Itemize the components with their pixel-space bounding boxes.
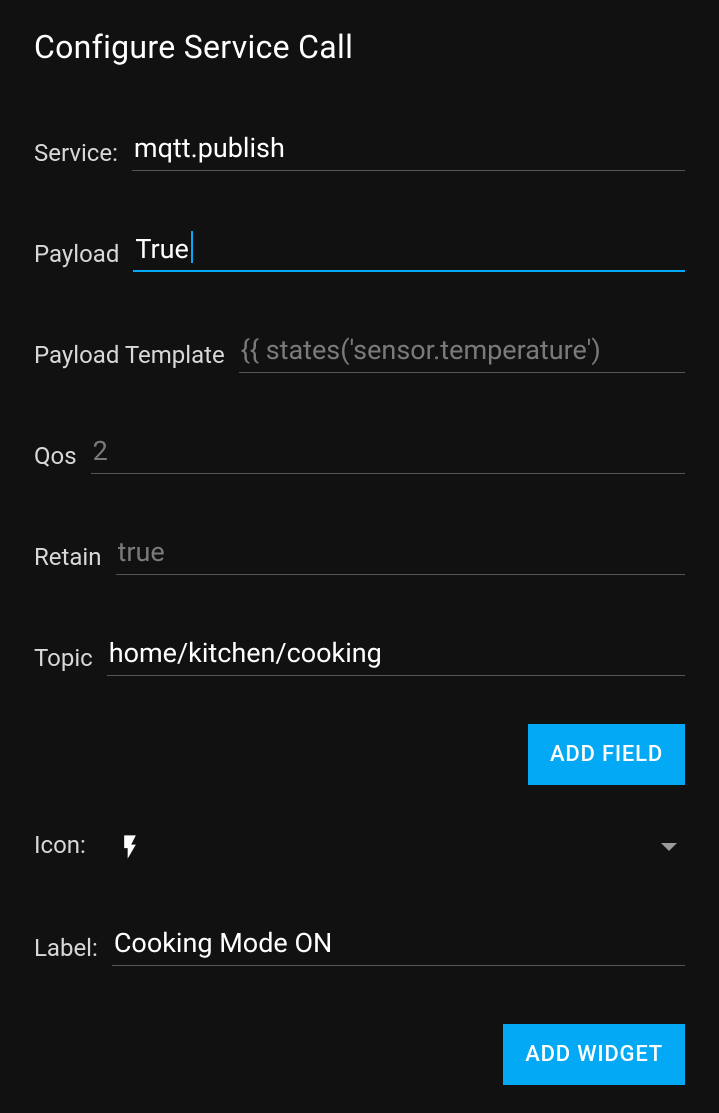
topic-label: Topic [34, 644, 107, 676]
page-title: Configure Service Call [34, 28, 685, 66]
widget-label-input[interactable] [112, 923, 685, 966]
retain-input[interactable] [116, 532, 685, 575]
payload-input[interactable] [133, 229, 685, 272]
qos-input[interactable] [91, 431, 685, 474]
add-widget-row: ADD WIDGET [34, 1024, 685, 1085]
label-row: Label: [34, 923, 685, 966]
payload-row: Payload [34, 229, 685, 272]
icon-label: Icon: [34, 831, 100, 863]
service-input[interactable] [132, 128, 685, 171]
bolt-icon [116, 829, 144, 865]
topic-input[interactable] [107, 633, 685, 676]
qos-label: Qos [34, 442, 91, 474]
topic-row: Topic [34, 633, 685, 676]
icon-selector[interactable] [100, 829, 661, 865]
service-label: Service: [34, 139, 132, 171]
qos-row: Qos [34, 431, 685, 474]
chevron-down-icon[interactable] [661, 843, 677, 851]
add-widget-button[interactable]: ADD WIDGET [503, 1024, 685, 1085]
add-field-button[interactable]: ADD FIELD [528, 724, 685, 785]
configure-service-panel: Configure Service Call Service: Payload … [0, 0, 719, 1113]
payload-template-row: Payload Template [34, 330, 685, 373]
payload-template-label: Payload Template [34, 341, 239, 373]
retain-label: Retain [34, 543, 116, 575]
retain-row: Retain [34, 532, 685, 575]
widget-label-label: Label: [34, 934, 112, 966]
icon-row: Icon: [34, 829, 685, 865]
text-cursor [191, 231, 193, 263]
service-row: Service: [34, 128, 685, 171]
add-field-row: ADD FIELD [34, 724, 685, 785]
payload-template-input[interactable] [239, 330, 685, 373]
payload-label: Payload [34, 240, 133, 272]
